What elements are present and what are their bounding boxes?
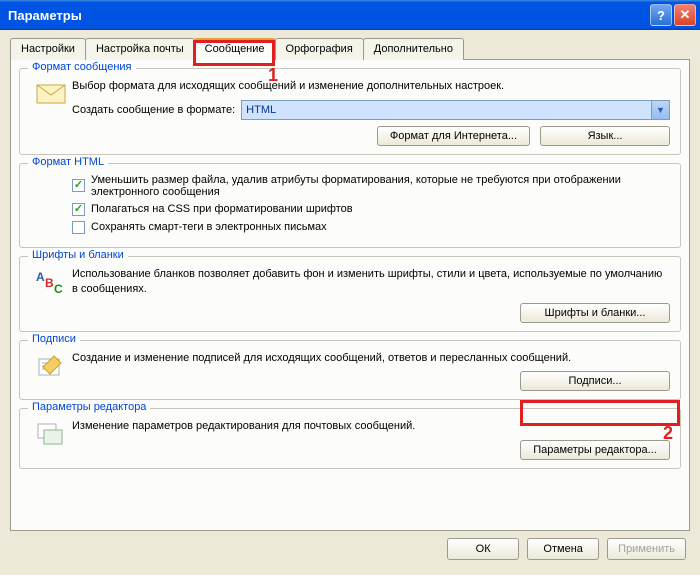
language-button[interactable]: Язык... [540,126,670,146]
tab-label: Настройка почты [96,43,184,55]
button-label: Параметры редактора... [533,444,657,456]
create-format-label: Создать сообщение в формате: [72,104,235,116]
dialog-content: Настройки Настройка почты Сообщение Орфо… [0,30,700,566]
tab-strip: Настройки Настройка почты Сообщение Орфо… [10,38,690,60]
svg-text:A: A [36,270,45,284]
tab-settings[interactable]: Настройки [10,38,86,60]
desc-text: Использование бланков позволяет добавить… [72,267,670,297]
desc-text: Выбор формата для исходящих сообщений и … [72,79,670,94]
close-button[interactable]: ✕ [674,4,696,26]
checkbox-label: Полагаться на CSS при форматировании шри… [91,203,353,215]
desc-text: Создание и изменение подписей для исходя… [72,351,670,366]
group-title: Подписи [28,333,80,345]
group-fonts: Шрифты и бланки ABC Использование бланко… [19,256,681,332]
tab-label: Сообщение [205,43,265,55]
button-label: Подписи... [568,375,621,387]
editor-options-button[interactable]: Параметры редактора... [520,440,670,460]
apply-button[interactable]: Применить [607,538,686,560]
group-title: Формат HTML [28,156,108,168]
annotation-number-1: 1 [268,65,278,86]
svg-text:B: B [45,276,54,290]
signature-icon [30,351,72,379]
format-select[interactable]: HTML ▼ [241,100,670,120]
svg-text:C: C [54,282,63,295]
tab-panel: Формат сообщения Выбор формата для исход… [10,59,690,531]
checkbox-css-fonts[interactable]: ✓ [72,203,85,216]
help-button[interactable]: ? [650,4,672,26]
checkbox-reduce-size[interactable]: ✓ [72,179,85,192]
window-title: Параметры [8,8,648,23]
group-html-format: Формат HTML ✓ Уменьшить размер файла, уд… [19,163,681,248]
ok-button[interactable]: ОК [447,538,519,560]
internet-format-button[interactable]: Формат для Интернета... [377,126,530,146]
envelope-icon [30,79,72,105]
button-label: Формат для Интернета... [390,130,517,142]
abc-icon: ABC [30,267,72,295]
tab-label: Орфография [286,43,353,55]
titlebar: Параметры ? ✕ [0,0,700,30]
button-label: Применить [618,543,675,555]
checkbox-smart-tags[interactable] [72,221,85,234]
select-value: HTML [246,104,276,116]
tab-compose[interactable]: Сообщение [194,38,276,60]
group-title: Параметры редактора [28,401,150,413]
checkbox-label: Сохранять смарт-теги в электронных письм… [91,221,327,233]
group-signatures: Подписи Создание и изменение подписей дл… [19,340,681,401]
dialog-buttons: ОК Отмена Применить [10,532,690,560]
chevron-down-icon: ▼ [651,101,669,119]
group-title: Шрифты и бланки [28,249,128,261]
editor-icon [30,419,72,447]
signatures-button[interactable]: Подписи... [520,371,670,391]
tab-label: Дополнительно [374,43,453,55]
tab-spelling[interactable]: Орфография [275,38,364,60]
fonts-stationery-button[interactable]: Шрифты и бланки... [520,303,670,323]
group-message-format: Формат сообщения Выбор формата для исход… [19,68,681,155]
desc-text: Изменение параметров редактирования для … [72,419,670,434]
button-label: Отмена [543,543,582,555]
button-label: ОК [476,543,491,555]
tab-mail-setup[interactable]: Настройка почты [85,38,195,60]
button-label: Язык... [588,130,623,142]
group-title: Формат сообщения [28,61,136,73]
cancel-button[interactable]: Отмена [527,538,599,560]
group-editor: Параметры редактора Изменение параметров… [19,408,681,469]
button-label: Шрифты и бланки... [545,307,646,319]
checkbox-label: Уменьшить размер файла, удалив атрибуты … [91,174,670,198]
tab-label: Настройки [21,43,75,55]
annotation-number-2: 2 [663,423,673,444]
tab-advanced[interactable]: Дополнительно [363,38,464,60]
